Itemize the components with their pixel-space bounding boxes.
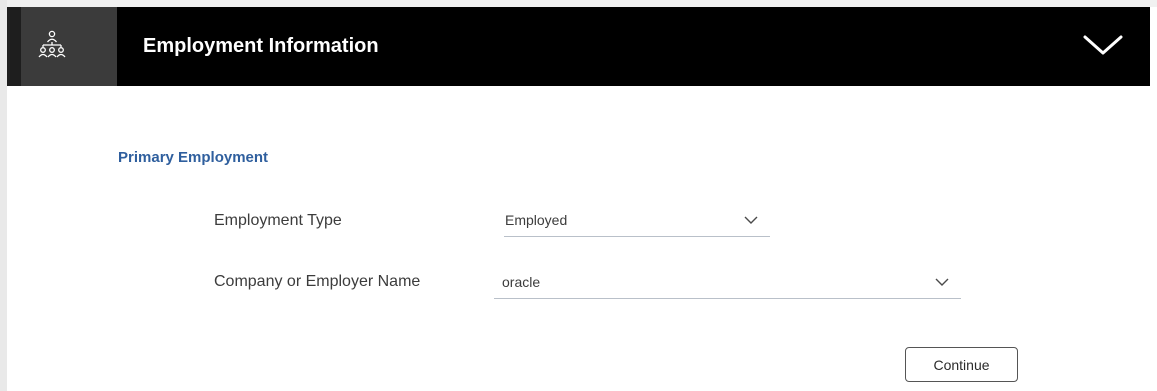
employment-type-select[interactable]: Employed [504, 203, 770, 237]
header-accent-stripe [7, 7, 21, 86]
employer-name-label: Company or Employer Name [214, 273, 421, 290]
continue-button[interactable]: Continue [905, 347, 1018, 382]
employment-type-label: Employment Type [214, 212, 342, 229]
panel-title: Employment Information [143, 35, 379, 57]
employer-name-select[interactable]: oracle [494, 265, 961, 299]
header-icon-box [21, 7, 117, 86]
employer-name-value: oracle [502, 273, 541, 290]
employment-type-value: Employed [505, 211, 568, 228]
window-frame-left [0, 0, 7, 391]
chevron-down-icon [935, 274, 949, 292]
chevron-down-icon [744, 212, 758, 230]
panel-header[interactable]: Employment Information [7, 7, 1150, 86]
section-title: Primary Employment [118, 149, 269, 166]
window-frame-top [0, 0, 1157, 7]
organization-icon [21, 29, 67, 64]
employment-panel: Employment Information Primary Employmen… [7, 7, 1150, 391]
chevron-down-icon [1082, 33, 1124, 62]
collapse-toggle-button[interactable] [1079, 27, 1127, 67]
